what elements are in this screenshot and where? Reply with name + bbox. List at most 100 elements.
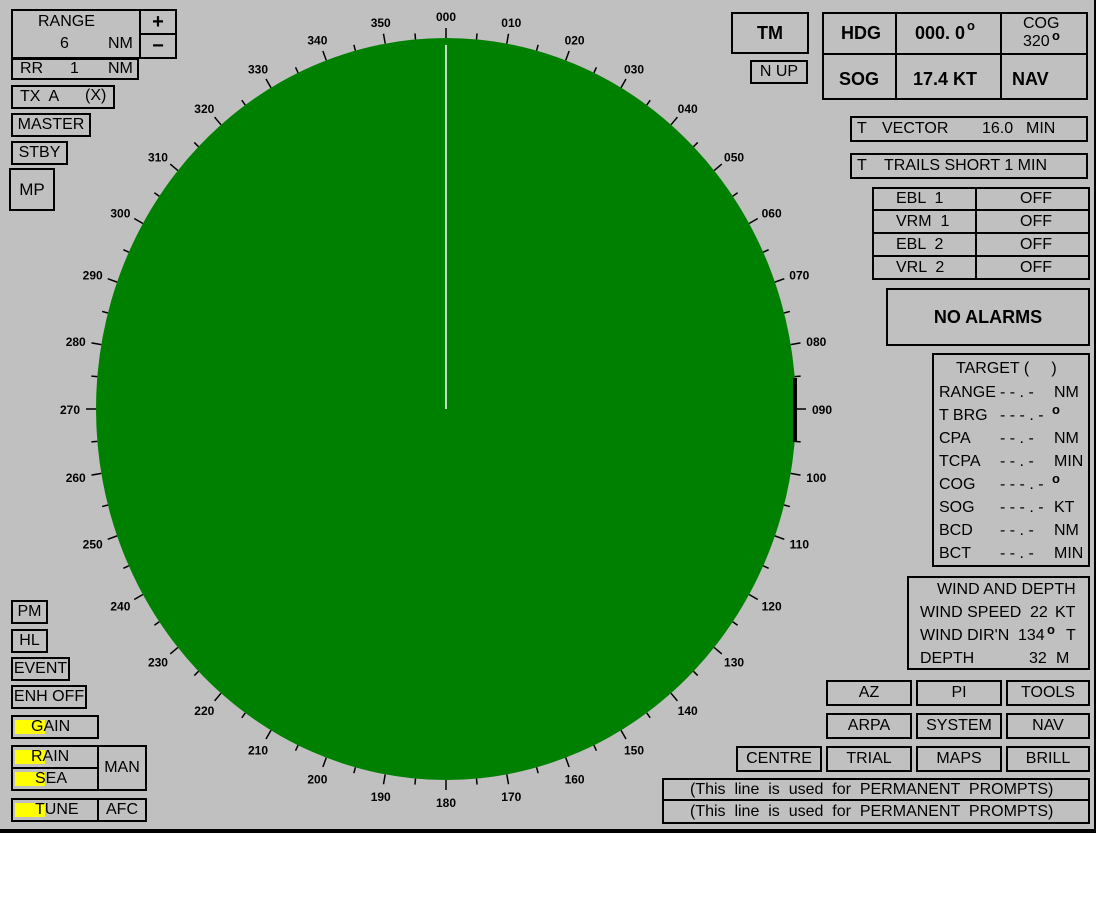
target-row-label: BCD <box>939 522 973 539</box>
centre-button[interactable]: CENTRE <box>736 746 822 772</box>
bearing-tick <box>353 767 357 774</box>
plus-icon: + <box>152 10 164 33</box>
range-increase-button[interactable]: + <box>139 9 177 35</box>
master-button[interactable]: MASTER <box>11 113 91 137</box>
enh-label: ENH OFF <box>13 688 85 705</box>
bearing-tick <box>107 277 118 283</box>
standby-button[interactable]: STBY <box>11 141 68 165</box>
man-label: MAN <box>104 759 140 776</box>
vector-unit: MIN <box>1026 120 1056 137</box>
bearing-label: 080 <box>806 335 826 349</box>
system-button[interactable]: SYSTEM <box>916 713 1002 739</box>
hl-label: HL <box>19 632 40 649</box>
bearing-tick <box>153 621 160 626</box>
bearing-label: 020 <box>565 34 585 48</box>
ebl1-state[interactable]: OFF <box>1020 190 1052 208</box>
vector-label: VECTOR <box>882 120 949 137</box>
vrl2-state[interactable]: OFF <box>1020 259 1052 277</box>
rain-control[interactable]: RAIN <box>11 745 99 769</box>
bearing-tick <box>414 33 417 40</box>
arpa-button[interactable]: ARPA <box>826 713 912 739</box>
vector-mode: T <box>857 120 867 137</box>
hl-button[interactable]: HL <box>11 629 48 653</box>
afc-button[interactable]: AFC <box>97 798 147 822</box>
alarm-panel[interactable]: NO ALARMS <box>886 288 1090 346</box>
tools-button[interactable]: TOOLS <box>1006 680 1090 706</box>
arpa-label: ARPA <box>847 717 891 734</box>
stby-label: STBY <box>18 144 61 161</box>
ebl1-label[interactable]: EBL 1 <box>896 190 943 208</box>
bearing-tick <box>414 778 417 785</box>
target-row-unit: NM <box>1054 522 1079 539</box>
ebl2-state[interactable]: OFF <box>1020 236 1052 254</box>
bearing-tick <box>713 646 723 655</box>
sea-label: SEA <box>35 770 68 787</box>
rr-label: RR <box>20 60 44 77</box>
ebl-row-line-3 <box>872 255 1090 257</box>
bearing-tick <box>783 504 791 508</box>
az-button[interactable]: AZ <box>826 680 912 706</box>
depth-unit: M <box>1056 650 1070 667</box>
man-button[interactable]: MAN <box>97 745 147 791</box>
bearing-tick <box>294 67 299 74</box>
bearing-tick <box>620 78 627 89</box>
bearing-tick <box>565 757 570 768</box>
vrm1-label[interactable]: VRM 1 <box>896 213 949 231</box>
target-row-unit: NM <box>1054 430 1079 447</box>
trial-button[interactable]: TRIAL <box>826 746 912 772</box>
event-button[interactable]: EVENT <box>11 657 70 681</box>
rr-unit: NM <box>108 60 133 77</box>
sea-control[interactable]: SEA <box>11 767 99 791</box>
wind-depth-title: WIND AND DEPTH <box>937 581 1076 598</box>
bearing-tick <box>123 248 130 253</box>
tune-control[interactable]: TUNE <box>11 798 99 822</box>
bearing-tick <box>506 33 510 44</box>
bearing-tick <box>762 248 769 253</box>
bearing-tick <box>475 778 478 785</box>
bearing-tick <box>783 310 791 314</box>
target-row-label: COG <box>939 476 976 493</box>
pm-button[interactable]: PM <box>11 600 48 624</box>
enh-button[interactable]: ENH OFF <box>11 685 87 709</box>
sog-label: SOG <box>839 69 880 89</box>
bearing-tick <box>565 50 570 61</box>
hdg-label: HDG <box>841 23 881 43</box>
bearing-tick <box>91 342 102 346</box>
bearing-tick <box>322 757 327 768</box>
motion-mode-button[interactable]: TM <box>731 12 809 54</box>
bearing-tick <box>294 744 299 751</box>
bearing-label: 210 <box>248 743 268 757</box>
bearing-tick <box>322 50 327 61</box>
bearing-label: 250 <box>83 537 103 551</box>
pi-button[interactable]: PI <box>916 680 1002 706</box>
tx-mark: (X) <box>85 87 107 104</box>
bearing-tick <box>193 141 200 148</box>
mp-button[interactable]: MP <box>9 168 55 211</box>
bearing-tick <box>153 192 160 197</box>
brill-label: BRILL <box>1025 750 1071 767</box>
az-label: AZ <box>858 684 880 701</box>
ebl2-label[interactable]: EBL 2 <box>896 236 943 254</box>
orientation-button[interactable]: N UP <box>750 60 808 84</box>
mp-label: MP <box>19 179 45 199</box>
vrm1-state[interactable]: OFF <box>1020 213 1052 231</box>
nav-mode-label[interactable]: NAV <box>1012 70 1049 88</box>
wind-dir-label: WIND DIR'N <box>920 627 1010 644</box>
nav-button[interactable]: NAV <box>1006 713 1090 739</box>
maps-button[interactable]: MAPS <box>916 746 1002 772</box>
bearing-tick <box>193 670 200 677</box>
system-label: SYSTEM <box>926 717 992 734</box>
bearing-tick <box>214 116 222 126</box>
vrl2-label[interactable]: VRL 2 <box>896 259 944 277</box>
bearing-label: 150 <box>624 743 644 757</box>
trails-text: TRAILS SHORT 1 MIN <box>884 157 1047 174</box>
bearing-tick <box>265 78 272 89</box>
bearing-tick <box>774 535 785 541</box>
target-row-value: - - . - <box>1000 545 1034 562</box>
centre-label: CENTRE <box>746 750 812 767</box>
range-decrease-button[interactable]: − <box>139 33 177 59</box>
bearing-tick <box>265 729 272 740</box>
vector-value: 16.0 <box>982 120 1014 137</box>
brill-button[interactable]: BRILL <box>1006 746 1090 772</box>
gain-control[interactable]: GAIN <box>11 715 99 739</box>
